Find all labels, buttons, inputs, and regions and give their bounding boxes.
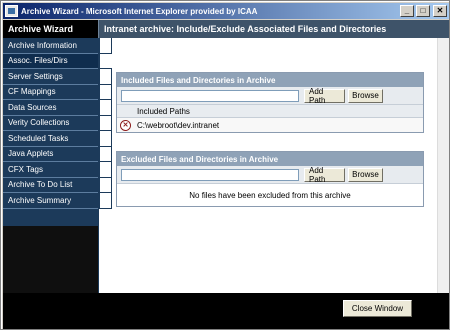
nav-tab [99, 84, 112, 100]
nav-tab-strip [99, 38, 112, 226]
included-input-row: Add Path Browse [117, 87, 423, 105]
nav-tab [99, 162, 112, 178]
excluded-path-input[interactable] [121, 168, 299, 181]
wizard-footer: Close Window [3, 293, 449, 329]
nav-item-cf-mappings[interactable]: CF Mappings [3, 85, 98, 100]
window-title: Archive Wizard - Microsoft Internet Expl… [21, 6, 258, 16]
nav-item-java-applets[interactable]: Java Applets [3, 147, 98, 162]
nav-tab [99, 131, 112, 147]
nav-tab [99, 115, 112, 131]
delete-icon[interactable]: ✕ [120, 119, 131, 131]
nav-item-archive-summary[interactable]: Archive Summary [3, 193, 98, 209]
close-window-button[interactable]: Close Window [343, 300, 412, 317]
nav-tab-active [99, 53, 112, 69]
included-add-path-button[interactable]: Add Path [304, 87, 345, 105]
nav-tab [99, 193, 112, 209]
title-bar[interactable]: Archive Wizard - Microsoft Internet Expl… [3, 3, 449, 19]
nav-item-data-sources[interactable]: Data Sources [3, 100, 98, 116]
included-paths-column-header: Included Paths [117, 105, 423, 118]
nav-tab [99, 177, 112, 193]
excluded-panel: Excluded Files and Directories in Archiv… [116, 151, 424, 207]
wizard-nav: Archive Information Assoc. Files/Dirs Se… [3, 38, 98, 226]
nav-item-cfx-tags[interactable]: CFX Tags [3, 162, 98, 178]
nav-item-server-settings[interactable]: Server Settings [3, 69, 98, 85]
excluded-empty-message: No files have been excluded from this ar… [189, 190, 351, 200]
nav-item-assoc-files-dirs[interactable]: Assoc. Files/Dirs [3, 53, 98, 69]
included-panel: Included Files and Directories in Archiv… [116, 72, 424, 133]
excluded-heading: Excluded Files and Directories in Archiv… [117, 152, 423, 166]
browser-window: Archive Wizard - Microsoft Internet Expl… [0, 0, 450, 330]
nav-tab [99, 69, 112, 85]
included-heading: Included Files and Directories in Archiv… [117, 73, 423, 87]
included-path-row: ✕ C:\webroot\dev.intranet [117, 118, 423, 132]
vertical-scrollbar[interactable] [437, 38, 449, 293]
nav-item-archive-to-do-list[interactable]: Archive To Do List [3, 178, 98, 193]
nav-tab [99, 100, 112, 116]
nav-item-scheduled-tasks[interactable]: Scheduled Tasks [3, 131, 98, 147]
excluded-add-path-button[interactable]: Add Path [304, 166, 345, 184]
content-area: Included Files and Directories in Archiv… [98, 38, 449, 293]
nav-item-verity-collections[interactable]: Verity Collections [3, 116, 98, 131]
excluded-browse-button[interactable]: Browse [348, 167, 383, 182]
included-path-value: C:\webroot\dev.intranet [137, 120, 220, 130]
nav-tab [99, 38, 112, 54]
excluded-input-row: Add Path Browse [117, 166, 423, 184]
included-browse-button[interactable]: Browse [348, 88, 383, 103]
minimize-button[interactable]: _ [400, 5, 414, 17]
nav-item-archive-information[interactable]: Archive Information [3, 38, 98, 54]
close-button[interactable]: ✕ [433, 5, 447, 17]
maximize-button[interactable]: □ [416, 5, 430, 17]
included-path-input[interactable] [121, 89, 299, 102]
page-title: Intranet archive: Include/Exclude Associ… [98, 20, 449, 38]
wizard-header: Archive Wizard [3, 20, 98, 38]
nav-tab [99, 146, 112, 162]
ie-app-icon [5, 5, 18, 17]
wizard-client: Archive Wizard Intranet archive: Include… [3, 20, 449, 329]
